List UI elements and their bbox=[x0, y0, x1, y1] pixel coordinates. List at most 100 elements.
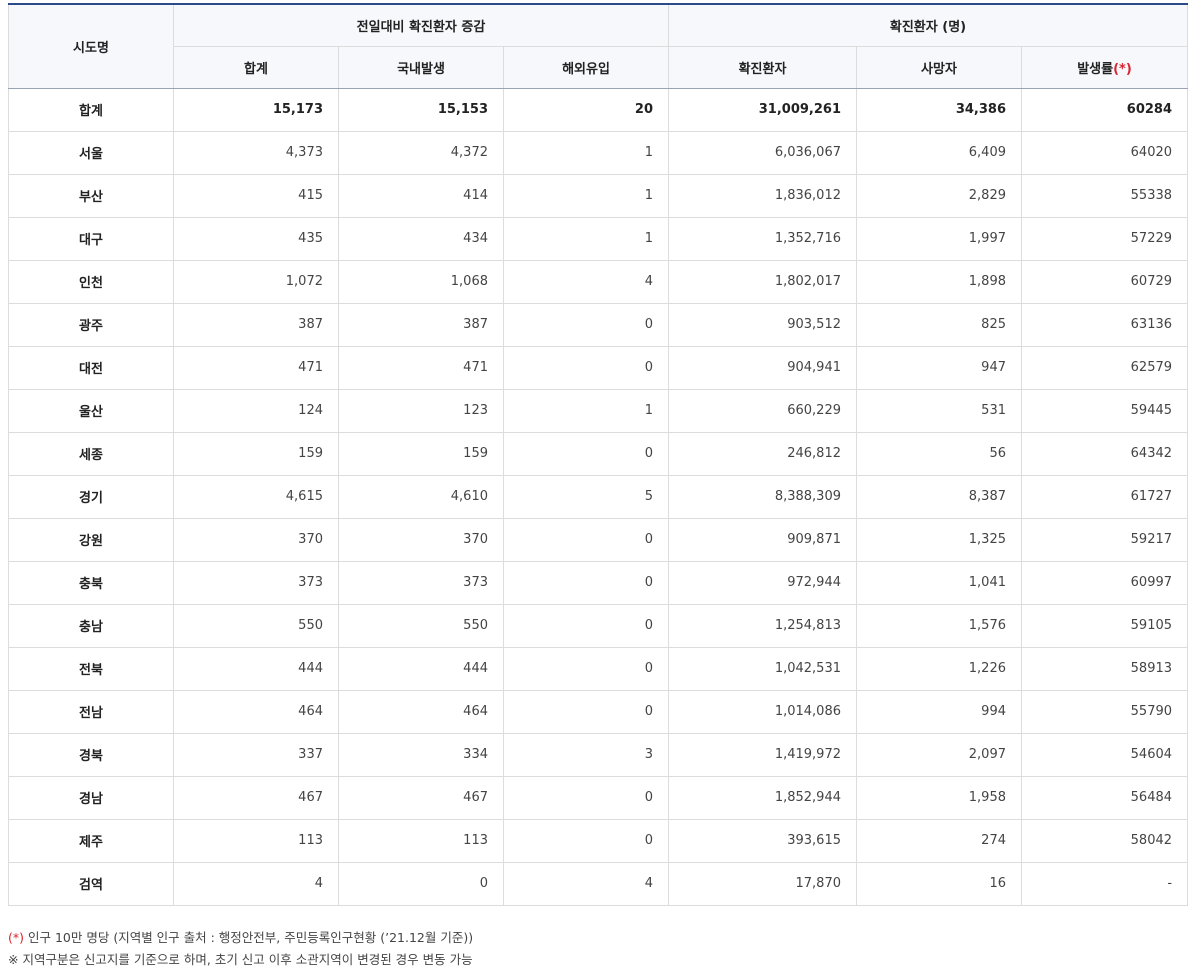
footnote-incidence: (*) 인구 10만 명당 (지역별 인구 출처 : 행정안전부, 주민등록인구… bbox=[8, 927, 1187, 949]
cell-daily-domestic: 414 bbox=[338, 173, 504, 218]
header-incidence-rate-label: 발생률 bbox=[1077, 61, 1114, 77]
cell-daily-total: 435 bbox=[173, 216, 339, 261]
header-daily-domestic: 국내발생 bbox=[338, 45, 504, 89]
cell-confirmed: 393,615 bbox=[668, 818, 857, 863]
cell-deaths: 274 bbox=[856, 818, 1022, 863]
regional-stats-table: 시도명 전일대비 확진환자 증감 확진환자 (명) 합계 국내발생 해외유입 확… bbox=[8, 3, 1189, 906]
cell-incidence-rate: 63136 bbox=[1020, 302, 1189, 347]
header-rate-asterisk: (*) bbox=[1113, 61, 1132, 77]
cell-daily-overseas: 20 bbox=[503, 87, 669, 132]
cell-daily-domestic: 0 bbox=[338, 861, 504, 906]
cell-incidence-rate: 59445 bbox=[1020, 388, 1189, 433]
cell-daily-total: 113 bbox=[173, 818, 339, 863]
cell-incidence-rate: 55338 bbox=[1020, 173, 1189, 218]
cell-daily-overseas: 1 bbox=[503, 130, 669, 175]
cell-region: 부산 bbox=[8, 173, 174, 218]
cell-daily-domestic: 4,372 bbox=[338, 130, 504, 175]
cell-daily-total: 444 bbox=[173, 646, 339, 691]
cell-daily-overseas: 0 bbox=[503, 689, 669, 734]
cell-daily-total: 337 bbox=[173, 732, 339, 777]
footnotes: (*) 인구 10만 명당 (지역별 인구 출처 : 행정안전부, 주민등록인구… bbox=[8, 927, 1187, 971]
cell-deaths: 994 bbox=[856, 689, 1022, 734]
cell-deaths: 1,226 bbox=[856, 646, 1022, 691]
cell-deaths: 1,041 bbox=[856, 560, 1022, 605]
cell-deaths: 1,997 bbox=[856, 216, 1022, 261]
cell-deaths: 1,576 bbox=[856, 603, 1022, 648]
table-header: 시도명 전일대비 확진환자 증감 확진환자 (명) 합계 국내발생 해외유입 확… bbox=[8, 3, 1189, 89]
cell-incidence-rate: 58913 bbox=[1020, 646, 1189, 691]
cell-region: 대구 bbox=[8, 216, 174, 261]
cell-daily-domestic: 387 bbox=[338, 302, 504, 347]
cell-daily-total: 415 bbox=[173, 173, 339, 218]
table-row: 인천 1,072 1,068 4 1,802,017 1,898 60729 bbox=[8, 259, 1189, 304]
cell-confirmed: 1,836,012 bbox=[668, 173, 857, 218]
cell-confirmed: 1,014,086 bbox=[668, 689, 857, 734]
cell-confirmed: 8,388,309 bbox=[668, 474, 857, 519]
cell-region: 강원 bbox=[8, 517, 174, 562]
cell-daily-domestic: 123 bbox=[338, 388, 504, 433]
cell-confirmed: 1,352,716 bbox=[668, 216, 857, 261]
cell-daily-overseas: 0 bbox=[503, 302, 669, 347]
cell-daily-overseas: 4 bbox=[503, 259, 669, 304]
cell-region: 울산 bbox=[8, 388, 174, 433]
table-row: 대전 471 471 0 904,941 947 62579 bbox=[8, 345, 1189, 390]
cell-confirmed: 31,009,261 bbox=[668, 87, 857, 132]
cell-region: 합계 bbox=[8, 87, 174, 132]
cell-confirmed: 903,512 bbox=[668, 302, 857, 347]
cell-daily-overseas: 1 bbox=[503, 216, 669, 261]
cell-daily-domestic: 4,610 bbox=[338, 474, 504, 519]
cell-confirmed: 1,419,972 bbox=[668, 732, 857, 777]
cell-incidence-rate: 62579 bbox=[1020, 345, 1189, 390]
cell-deaths: 6,409 bbox=[856, 130, 1022, 175]
cell-confirmed: 1,852,944 bbox=[668, 775, 857, 820]
cell-daily-domestic: 113 bbox=[338, 818, 504, 863]
cell-region: 경남 bbox=[8, 775, 174, 820]
cell-daily-overseas: 1 bbox=[503, 173, 669, 218]
cell-confirmed: 1,802,017 bbox=[668, 259, 857, 304]
cell-daily-total: 159 bbox=[173, 431, 339, 476]
covid-stats-panel: 시도명 전일대비 확진환자 증감 확진환자 (명) 합계 국내발생 해외유입 확… bbox=[8, 3, 1189, 971]
cell-deaths: 2,097 bbox=[856, 732, 1022, 777]
cell-incidence-rate: 55790 bbox=[1020, 689, 1189, 734]
cell-daily-overseas: 5 bbox=[503, 474, 669, 519]
cell-region: 전남 bbox=[8, 689, 174, 734]
cell-daily-domestic: 15,153 bbox=[338, 87, 504, 132]
cell-incidence-rate: 60729 bbox=[1020, 259, 1189, 304]
footnote-incidence-text: 인구 10만 명당 (지역별 인구 출처 : 행정안전부, 주민등록인구현황 (… bbox=[24, 929, 474, 945]
table-row-total: 합계 15,173 15,153 20 31,009,261 34,386 60284 bbox=[8, 87, 1189, 132]
cell-region: 서울 bbox=[8, 130, 174, 175]
cell-deaths: 1,958 bbox=[856, 775, 1022, 820]
cell-deaths: 947 bbox=[856, 345, 1022, 390]
cell-daily-total: 467 bbox=[173, 775, 339, 820]
cell-incidence-rate: 54604 bbox=[1020, 732, 1189, 777]
table-row: 부산 415 414 1 1,836,012 2,829 55338 bbox=[8, 173, 1189, 218]
cell-daily-total: 387 bbox=[173, 302, 339, 347]
cell-deaths: 1,325 bbox=[856, 517, 1022, 562]
cell-incidence-rate: - bbox=[1020, 861, 1189, 906]
cell-region: 제주 bbox=[8, 818, 174, 863]
cell-incidence-rate: 60284 bbox=[1020, 87, 1189, 132]
cell-incidence-rate: 64342 bbox=[1020, 431, 1189, 476]
cell-daily-total: 124 bbox=[173, 388, 339, 433]
table-row: 세종 159 159 0 246,812 56 64342 bbox=[8, 431, 1189, 476]
cell-confirmed: 904,941 bbox=[668, 345, 857, 390]
cell-daily-total: 464 bbox=[173, 689, 339, 734]
cell-confirmed: 909,871 bbox=[668, 517, 857, 562]
cell-daily-domestic: 1,068 bbox=[338, 259, 504, 304]
cell-daily-total: 373 bbox=[173, 560, 339, 605]
table-row: 경남 467 467 0 1,852,944 1,958 56484 bbox=[8, 775, 1189, 820]
cell-daily-total: 370 bbox=[173, 517, 339, 562]
cell-deaths: 16 bbox=[856, 861, 1022, 906]
table-row: 울산 124 123 1 660,229 531 59445 bbox=[8, 388, 1189, 433]
cell-deaths: 531 bbox=[856, 388, 1022, 433]
table-row: 전남 464 464 0 1,014,086 994 55790 bbox=[8, 689, 1189, 734]
cell-confirmed: 660,229 bbox=[668, 388, 857, 433]
table-row: 검역 4 0 4 17,870 16- bbox=[8, 861, 1189, 906]
header-region: 시도명 bbox=[8, 3, 174, 89]
cell-daily-overseas: 0 bbox=[503, 560, 669, 605]
cell-confirmed: 17,870 bbox=[668, 861, 857, 906]
header-daily-change-group: 전일대비 확진환자 증감 bbox=[173, 3, 669, 47]
cell-daily-total: 1,072 bbox=[173, 259, 339, 304]
cell-confirmed: 1,254,813 bbox=[668, 603, 857, 648]
cell-daily-domestic: 334 bbox=[338, 732, 504, 777]
